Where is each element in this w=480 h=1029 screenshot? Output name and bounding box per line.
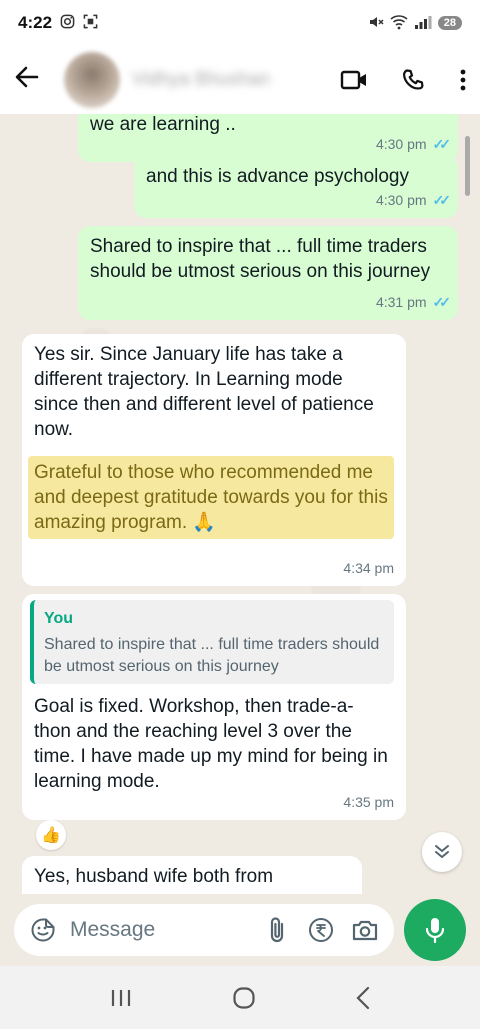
camera-icon[interactable] [348, 918, 382, 942]
home-button[interactable] [232, 986, 256, 1010]
message-meta: 4:30 pm ✓✓ [375, 188, 452, 213]
message-text: Yes sir. Since January life has take a d… [34, 344, 374, 440]
message-time: 4:30 pm [375, 192, 427, 208]
message-bubble[interactable]: You Shared to inspire that ... full time… [22, 594, 406, 820]
message-meta: 4:31 pm ✓✓ [375, 290, 452, 315]
status-time: 4:22 [18, 13, 53, 32]
recent-apps-button[interactable] [109, 988, 133, 1008]
message-text: we are learning .. [90, 114, 236, 135]
message-meta: 4:35 pm [343, 790, 394, 815]
contact-name[interactable]: Vidhya Bhushan [132, 69, 272, 91]
quoted-message[interactable]: You Shared to inspire that ... full time… [30, 600, 394, 684]
message-text: Goal is fixed. Workshop, then trade-a-th… [34, 696, 388, 792]
more-options-icon[interactable] [460, 68, 466, 92]
microphone-icon [425, 918, 445, 944]
message-time: 4:31 pm [375, 294, 427, 310]
scrollbar[interactable] [465, 136, 470, 196]
instagram-icon [60, 14, 75, 32]
message-text: Shared to inspire that ... full time tra… [90, 236, 431, 282]
message-meta: 4:34 pm [343, 556, 394, 581]
message-text: and this is advance psychology [146, 166, 409, 187]
message-box [14, 904, 394, 956]
message-text: Yes, husband wife both from [34, 866, 274, 887]
mute-icon [368, 14, 384, 33]
highlighted-text: Grateful to those who recommended me and… [28, 456, 394, 539]
message-meta: 4:30 pm ✓✓ [375, 132, 452, 157]
chat-area[interactable]: we are learning .. 4:30 pm ✓✓ and this i… [0, 114, 480, 894]
screenshot-icon [83, 14, 98, 32]
status-left: 4:22 [18, 13, 98, 33]
message-input[interactable] [70, 918, 250, 942]
scroll-to-bottom-button[interactable] [422, 832, 462, 872]
video-call-icon[interactable] [340, 69, 368, 91]
back-button[interactable] [355, 986, 371, 1010]
double-tick-icon: ✓✓ [432, 294, 452, 310]
wifi-icon [390, 14, 408, 33]
message-time: 4:30 pm [375, 136, 427, 152]
message-bubble[interactable]: Yes sir. Since January life has take a d… [22, 334, 406, 586]
system-nav-bar [0, 966, 480, 1029]
input-bar [0, 894, 480, 966]
quote-text: Shared to inspire that ... full time tra… [44, 636, 380, 675]
double-tick-icon: ✓✓ [432, 136, 452, 152]
message-bubble[interactable]: Shared to inspire that ... full time tra… [78, 226, 458, 320]
chat-header: Vidhya Bhushan [0, 46, 480, 114]
back-arrow-icon[interactable] [14, 64, 50, 96]
signal-icon [414, 14, 432, 33]
message-time: 4:35 pm [343, 794, 394, 810]
battery-indicator: 28 [437, 16, 462, 30]
double-tick-icon: ✓✓ [432, 192, 452, 208]
message-bubble[interactable]: and this is advance psychology 4:30 pm ✓… [134, 156, 458, 218]
status-bar: 4:22 28 [0, 0, 480, 46]
voice-call-icon[interactable] [402, 68, 426, 92]
reaction-badge[interactable]: 👍 [36, 820, 66, 850]
message-bubble[interactable]: we are learning .. 4:30 pm ✓✓ [78, 114, 458, 162]
attach-icon[interactable] [260, 916, 294, 944]
message-bubble[interactable]: Yes, husband wife both from [22, 856, 362, 894]
message-time: 4:34 pm [343, 560, 394, 576]
sticker-icon[interactable] [26, 917, 60, 943]
avatar[interactable] [64, 52, 120, 108]
voice-message-button[interactable] [404, 899, 466, 961]
rupee-payment-icon[interactable] [304, 917, 338, 943]
header-actions [340, 68, 466, 92]
quote-author: You [44, 610, 74, 627]
chevron-double-down-icon [435, 845, 449, 859]
status-right: 28 [368, 14, 462, 33]
